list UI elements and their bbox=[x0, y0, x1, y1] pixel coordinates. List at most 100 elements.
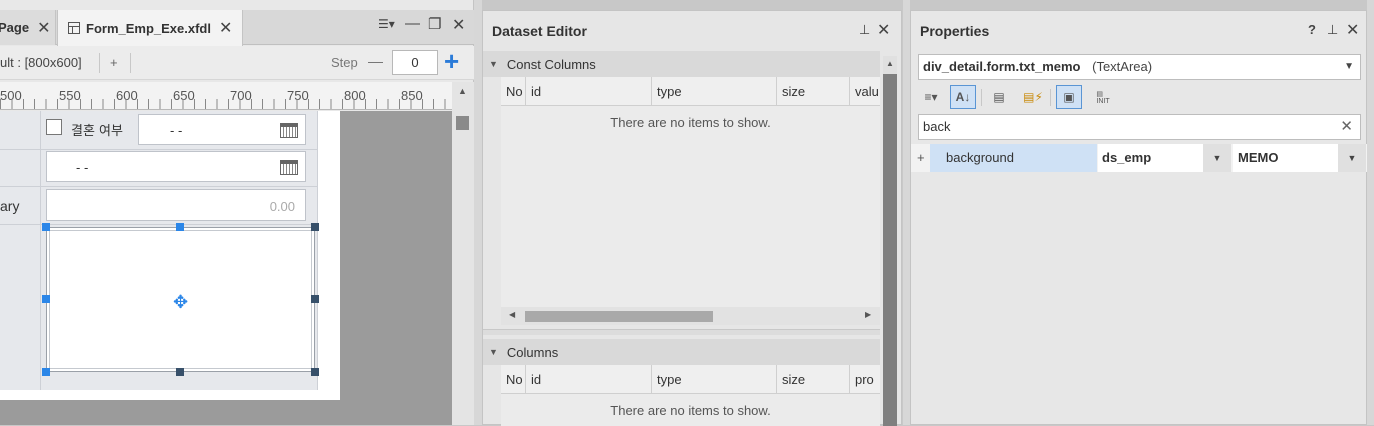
calendar-icon[interactable] bbox=[280, 160, 298, 175]
column-header[interactable]: size bbox=[777, 77, 850, 106]
column-header[interactable]: id bbox=[526, 365, 652, 394]
date-field-1[interactable]: - - bbox=[138, 114, 306, 145]
date-placeholder: - - bbox=[76, 160, 89, 175]
property-row[interactable]: + background ds_emp ▼ MEMO ▼ bbox=[911, 144, 1368, 172]
const-columns-grid[interactable]: No id type size valu There are no items … bbox=[501, 77, 880, 325]
expand-icon[interactable]: + bbox=[917, 144, 931, 172]
column-header[interactable]: type bbox=[652, 365, 777, 394]
columns-grid[interactable]: No id type size pro There are no items t… bbox=[501, 365, 880, 426]
resolution-selector[interactable]: ult : [800x600] bbox=[0, 55, 82, 70]
resize-handle[interactable] bbox=[42, 295, 50, 303]
property-name[interactable]: background bbox=[930, 144, 1097, 172]
form-surface[interactable]: 결혼 여부 - - - - ary 0.00 ✥ bbox=[0, 111, 340, 400]
resize-handle[interactable] bbox=[176, 368, 184, 376]
grid-header: No id type size valu bbox=[501, 77, 880, 106]
restore-icon[interactable]: ❐ bbox=[428, 15, 441, 33]
date-field-2[interactable]: - - bbox=[46, 151, 306, 182]
collapse-icon[interactable]: ▼ bbox=[489, 59, 498, 69]
scroll-thumb[interactable] bbox=[525, 311, 713, 322]
help-icon[interactable]: ? bbox=[1308, 22, 1316, 37]
close-window-icon[interactable]: ✕ bbox=[452, 15, 465, 35]
dataset-editor-title: Dataset Editor bbox=[492, 23, 587, 39]
properties-title: Properties bbox=[920, 23, 990, 39]
empty-message: There are no items to show. bbox=[610, 115, 771, 130]
clear-search-icon[interactable]: ✕ bbox=[1340, 115, 1353, 139]
close-panel-icon[interactable]: ✕ bbox=[877, 20, 890, 40]
sort-alpha-icon[interactable]: A↓ bbox=[950, 85, 976, 109]
event-icon[interactable]: ▤⚡ bbox=[1020, 85, 1046, 109]
move-icon[interactable]: ✥ bbox=[173, 292, 188, 313]
panel-splitter[interactable] bbox=[903, 0, 910, 425]
binding-dataset-select[interactable]: ds_emp bbox=[1098, 144, 1203, 172]
pin-icon[interactable]: ⊥ bbox=[859, 22, 870, 38]
scroll-thumb[interactable] bbox=[456, 116, 469, 130]
resize-handle[interactable] bbox=[42, 223, 50, 231]
tab-form-emp-exe-label: Form_Emp_Exe.xfdl bbox=[86, 20, 211, 36]
tab-page[interactable]: Page ✕ bbox=[0, 10, 56, 45]
panel-splitter[interactable] bbox=[474, 0, 482, 425]
add-resolution-button[interactable]: + bbox=[110, 55, 118, 70]
column-header[interactable]: valu bbox=[850, 77, 880, 106]
scroll-thumb[interactable] bbox=[883, 74, 897, 426]
object-selector[interactable]: div_detail.form.txt_memo (TextArea) ▼ bbox=[918, 54, 1361, 80]
grid-header: No id type size pro bbox=[501, 365, 880, 394]
property-page-icon[interactable]: ▤ bbox=[986, 85, 1012, 109]
marriage-checkbox-label: 결혼 여부 bbox=[71, 124, 123, 139]
chevron-down-icon[interactable]: ▼ bbox=[1338, 144, 1366, 172]
resize-handle[interactable] bbox=[176, 223, 184, 231]
row-divider bbox=[0, 186, 318, 187]
step-increase-button[interactable]: + bbox=[444, 47, 459, 75]
binding-column-select[interactable]: MEMO bbox=[1233, 144, 1338, 172]
resize-handle[interactable] bbox=[311, 295, 319, 303]
resize-handle[interactable] bbox=[311, 223, 319, 231]
step-decrease-button[interactable] bbox=[368, 62, 383, 63]
column-header[interactable]: size bbox=[777, 365, 850, 394]
object-name: div_detail.form.txt_memo bbox=[923, 59, 1081, 74]
minimize-icon[interactable]: — bbox=[405, 15, 420, 32]
form-toolbar: ult : [800x600] + Step 0 + bbox=[0, 46, 474, 80]
close-icon[interactable]: ✕ bbox=[37, 18, 50, 38]
const-columns-section-header[interactable]: ▼ Const Columns bbox=[483, 51, 880, 77]
chevron-down-icon[interactable]: ▼ bbox=[1344, 55, 1354, 79]
form-vertical-scrollbar[interactable]: ▲ bbox=[452, 82, 474, 425]
dataset-editor-panel: Dataset Editor ⊥ ✕ ▼ Const Columns No id… bbox=[482, 10, 902, 426]
scroll-right-icon[interactable]: ▶ bbox=[865, 310, 871, 319]
tab-list-icon[interactable]: ☰▾ bbox=[378, 17, 395, 31]
column-header[interactable]: No bbox=[501, 77, 526, 106]
resize-handle[interactable] bbox=[311, 368, 319, 376]
binding-icon[interactable]: ▣ bbox=[1056, 85, 1082, 109]
toolbar-divider bbox=[99, 53, 100, 73]
row-divider bbox=[0, 149, 318, 150]
chevron-down-icon[interactable]: ▼ bbox=[1203, 144, 1231, 172]
tab-form-emp-exe[interactable]: Form_Emp_Exe.xfdl ✕ bbox=[57, 10, 243, 46]
columns-section-header[interactable]: ▼ Columns bbox=[483, 339, 880, 365]
calendar-icon[interactable] bbox=[280, 123, 298, 138]
step-input[interactable]: 0 bbox=[392, 50, 438, 75]
collapse-icon[interactable]: ▼ bbox=[489, 347, 498, 357]
column-header[interactable]: id bbox=[526, 77, 652, 106]
salary-field[interactable]: 0.00 bbox=[46, 189, 306, 221]
close-icon[interactable]: ✕ bbox=[219, 18, 232, 38]
horizontal-scrollbar[interactable]: ◀ ▶ bbox=[501, 307, 880, 325]
column-header[interactable]: pro bbox=[850, 365, 880, 394]
design-canvas[interactable]: 결혼 여부 - - - - ary 0.00 ✥ bbox=[0, 111, 452, 425]
close-panel-icon[interactable]: ✕ bbox=[1346, 20, 1359, 40]
scroll-up-icon[interactable]: ▲ bbox=[458, 86, 467, 96]
column-header[interactable]: No bbox=[501, 365, 526, 394]
category-view-icon[interactable]: ≡▾ bbox=[918, 85, 944, 109]
dataset-vertical-scrollbar[interactable]: ▲ bbox=[883, 56, 897, 426]
memo-textarea[interactable]: ✥ bbox=[46, 227, 315, 372]
property-search-input[interactable]: back ✕ bbox=[918, 114, 1361, 140]
init-icon[interactable]: ▤ INIT bbox=[1090, 85, 1116, 109]
scroll-left-icon[interactable]: ◀ bbox=[509, 310, 515, 319]
date-placeholder: - - bbox=[170, 123, 183, 138]
pin-icon[interactable]: ⊥ bbox=[1327, 22, 1338, 38]
column-header[interactable]: type bbox=[652, 77, 777, 106]
resize-handle[interactable] bbox=[42, 368, 50, 376]
column-divider bbox=[40, 111, 41, 390]
scroll-up-icon[interactable]: ▲ bbox=[886, 59, 894, 68]
section-splitter[interactable] bbox=[483, 329, 880, 335]
salary-label: ary bbox=[0, 198, 20, 214]
marriage-checkbox[interactable] bbox=[46, 119, 62, 135]
horizontal-ruler: 500 550 600 650 700 750 800 850 bbox=[0, 82, 452, 110]
